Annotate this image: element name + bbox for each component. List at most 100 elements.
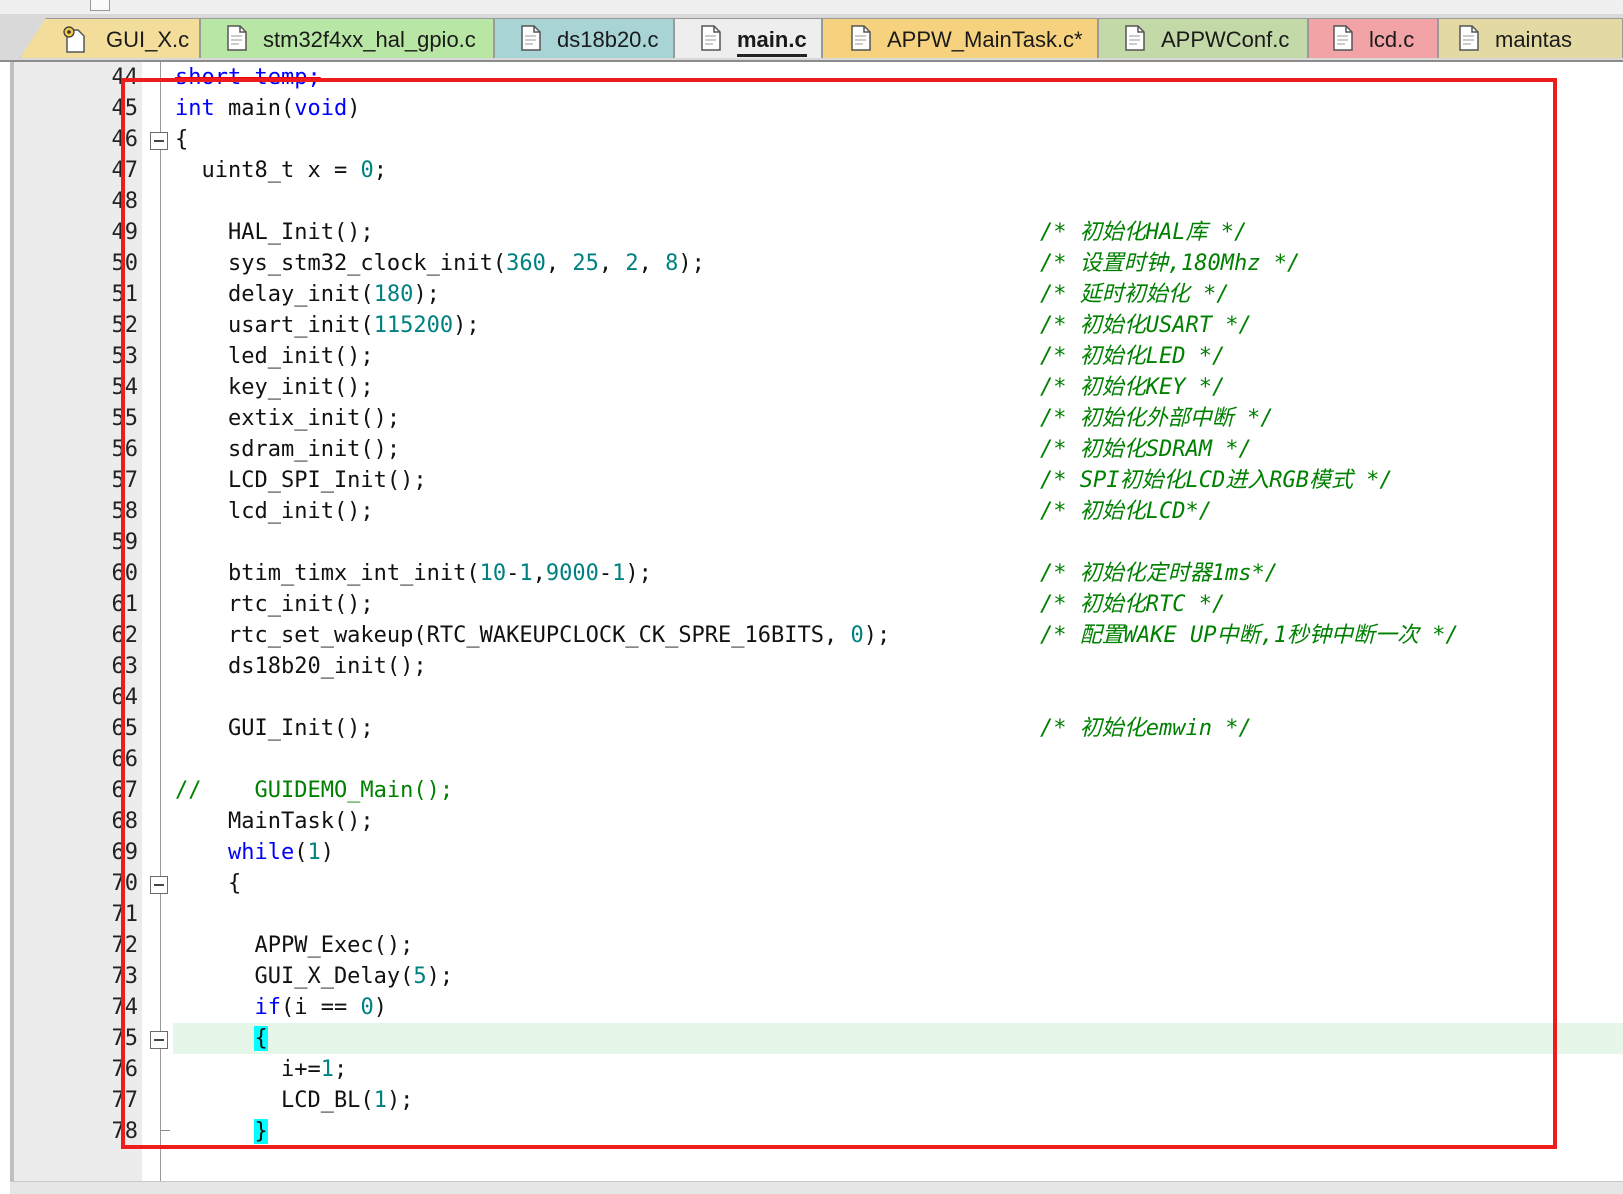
code-line[interactable]: 70 {	[10, 868, 1623, 899]
line-number: 47	[111, 158, 139, 183]
code-line[interactable]: 47 uint8_t x = 0;	[10, 155, 1623, 186]
code-text: }	[254, 1119, 268, 1144]
file-tab-bar: GUI_X.c stm32f4xx_hal_gpio.c ds18b20.c main…	[0, 14, 1623, 62]
line-number: 74	[111, 995, 139, 1020]
code-line[interactable]: 50 sys_stm32_clock_init(360, 25, 2, 8); /…	[10, 248, 1623, 279]
code-text: extix_init();	[175, 406, 401, 431]
code-text: btim_timx_int_init(10-1,9000-1);	[175, 561, 652, 586]
code-text: ds18b20_init();	[175, 654, 427, 679]
code-text: GUI_Init();	[175, 716, 374, 741]
code-text: key_init();	[175, 375, 374, 400]
code-line[interactable]: 62 rtc_set_wakeup(RTC_WAKEUPCLOCK_CK_SPR…	[10, 620, 1623, 651]
tab-5[interactable]: APPW_MainTask.c*	[822, 18, 1098, 58]
line-number: 56	[111, 437, 139, 462]
code-comment: /* 初始化KEY */	[1040, 375, 1226, 400]
code-line[interactable]: 75 {	[10, 1023, 1623, 1054]
code-comment: /* 初始化HAL库 */	[1040, 220, 1248, 245]
code-comment: /* 初始化定时器1ms*/	[1040, 561, 1278, 586]
line-number: 58	[111, 499, 139, 524]
code-comment: /* 初始化RTC */	[1040, 592, 1226, 617]
code-line[interactable]: 59	[10, 527, 1623, 558]
collapse-icon[interactable]	[150, 132, 168, 150]
code-line[interactable]: 45 int main(void)	[10, 93, 1623, 124]
line-number: 51	[111, 282, 139, 307]
code-comment: /* 初始化SDRAM */	[1040, 437, 1252, 462]
toolbar-nub	[90, 0, 110, 11]
tab-2[interactable]: stm32f4xx_hal_gpio.c	[200, 18, 494, 58]
code-text: sys_stm32_clock_init(360, 25, 2, 8);	[175, 251, 705, 276]
tab-4[interactable]: main.c	[674, 18, 822, 58]
code-editor[interactable]: 44 short temp; 45 int main(void) 46 {47 uint8…	[10, 62, 1623, 1193]
code-line[interactable]: 74 if(i == 0)	[10, 992, 1623, 1023]
code-line[interactable]: 61 rtc_init(); /* 初始化RTC */	[10, 589, 1623, 620]
code-line[interactable]: 63 ds18b20_init();	[10, 651, 1623, 682]
collapse-icon[interactable]	[150, 1031, 168, 1049]
code-comment: /* 初始化外部中断 */	[1040, 406, 1274, 431]
code-line[interactable]: 72 APPW_Exec();	[10, 930, 1623, 961]
code-line[interactable]: 48	[10, 186, 1623, 217]
code-line[interactable]: 68 MainTask();	[10, 806, 1623, 837]
line-number: 57	[111, 468, 139, 493]
code-line[interactable]: 44 short temp;	[10, 62, 1623, 93]
code-text: if(i == 0)	[254, 995, 387, 1020]
code-line[interactable]: 55 extix_init(); /* 初始化外部中断 */	[10, 403, 1623, 434]
code-line[interactable]: 60 btim_timx_int_init(10-1,9000-1); /* 初始…	[10, 558, 1623, 589]
code-text: GUI_X_Delay(5);	[175, 964, 454, 989]
horizontal-scrollbar[interactable]	[10, 1181, 1623, 1194]
line-number: 44	[111, 65, 139, 90]
line-number: 61	[111, 592, 139, 617]
code-line[interactable]: 66	[10, 744, 1623, 775]
line-number: 78	[111, 1119, 139, 1144]
tab-label: APPWConf.c	[1161, 27, 1290, 52]
tab-8[interactable]: maintas	[1438, 18, 1623, 58]
code-line[interactable]: 52 usart_init(115200); /* 初始化USART */	[10, 310, 1623, 341]
collapse-icon[interactable]	[150, 876, 168, 894]
code-text: LCD_SPI_Init();	[175, 468, 427, 493]
file-icon	[1459, 25, 1479, 51]
line-number: 53	[111, 344, 139, 369]
code-line[interactable]: 57 LCD_SPI_Init(); /* SPI初始化LCD进入RGB模式 */	[10, 465, 1623, 496]
code-line[interactable]: 71	[10, 899, 1623, 930]
code-comment: /* 配置WAKE UP中断,1秒钟中断一次 */	[1040, 623, 1459, 648]
tab-label: APPW_MainTask.c*	[887, 27, 1083, 52]
code-comment: /* SPI初始化LCD进入RGB模式 */	[1040, 468, 1393, 493]
code-line[interactable]: 73 GUI_X_Delay(5);	[10, 961, 1623, 992]
code-text: i+=1;	[175, 1057, 348, 1082]
tab-7[interactable]: lcd.c	[1308, 18, 1438, 58]
file-icon	[521, 25, 541, 51]
code-line[interactable]: 69 while(1)	[10, 837, 1623, 868]
code-text: led_init();	[175, 344, 374, 369]
code-line[interactable]: 51 delay_init(180); /* 延时初始化 */	[10, 279, 1623, 310]
code-text: short temp;	[175, 65, 321, 90]
code-line[interactable]: 58 lcd_init(); /* 初始化LCD*/	[10, 496, 1623, 527]
code-line[interactable]: 77 LCD_BL(1);	[10, 1085, 1623, 1116]
code-lines: 44 short temp; 45 int main(void) 46 {47 uint8…	[10, 62, 1623, 1147]
code-text: rtc_set_wakeup(RTC_WAKEUPCLOCK_CK_SPRE_1…	[175, 623, 891, 648]
tab-label: stm32f4xx_hal_gpio.c	[263, 27, 476, 52]
code-text: delay_init(180);	[175, 282, 440, 307]
line-number: 71	[111, 902, 139, 927]
code-line[interactable]: 67 // GUIDEMO_Main();	[10, 775, 1623, 806]
tab-6[interactable]: APPWConf.c	[1098, 18, 1308, 58]
code-text: {	[175, 127, 189, 152]
code-line[interactable]: 54 key_init(); /* 初始化KEY */	[10, 372, 1623, 403]
current-line-highlight	[173, 1023, 1623, 1054]
fold-end-marker	[160, 1130, 170, 1131]
code-text: while(1)	[227, 840, 334, 865]
code-line[interactable]: 56 sdram_init(); /* 初始化SDRAM */	[10, 434, 1623, 465]
tab-1[interactable]: GUI_X.c	[20, 18, 200, 58]
code-line[interactable]: 46 {	[10, 124, 1623, 155]
tab-3[interactable]: ds18b20.c	[494, 18, 674, 58]
line-number: 65	[111, 716, 139, 741]
code-line[interactable]: 53 led_init(); /* 初始化LED */	[10, 341, 1623, 372]
code-line[interactable]: 65 GUI_Init(); /* 初始化emwin */	[10, 713, 1623, 744]
code-line[interactable]: 49 HAL_Init(); /* 初始化HAL库 */	[10, 217, 1623, 248]
file-icon	[701, 25, 721, 51]
tab-label: ds18b20.c	[557, 27, 659, 52]
code-text: HAL_Init();	[175, 220, 374, 245]
code-line[interactable]: 64	[10, 682, 1623, 713]
code-line[interactable]: 76 i+=1;	[10, 1054, 1623, 1085]
code-line[interactable]: 78 }	[10, 1116, 1623, 1147]
line-number: 55	[111, 406, 139, 431]
tab-label: lcd.c	[1369, 27, 1415, 52]
